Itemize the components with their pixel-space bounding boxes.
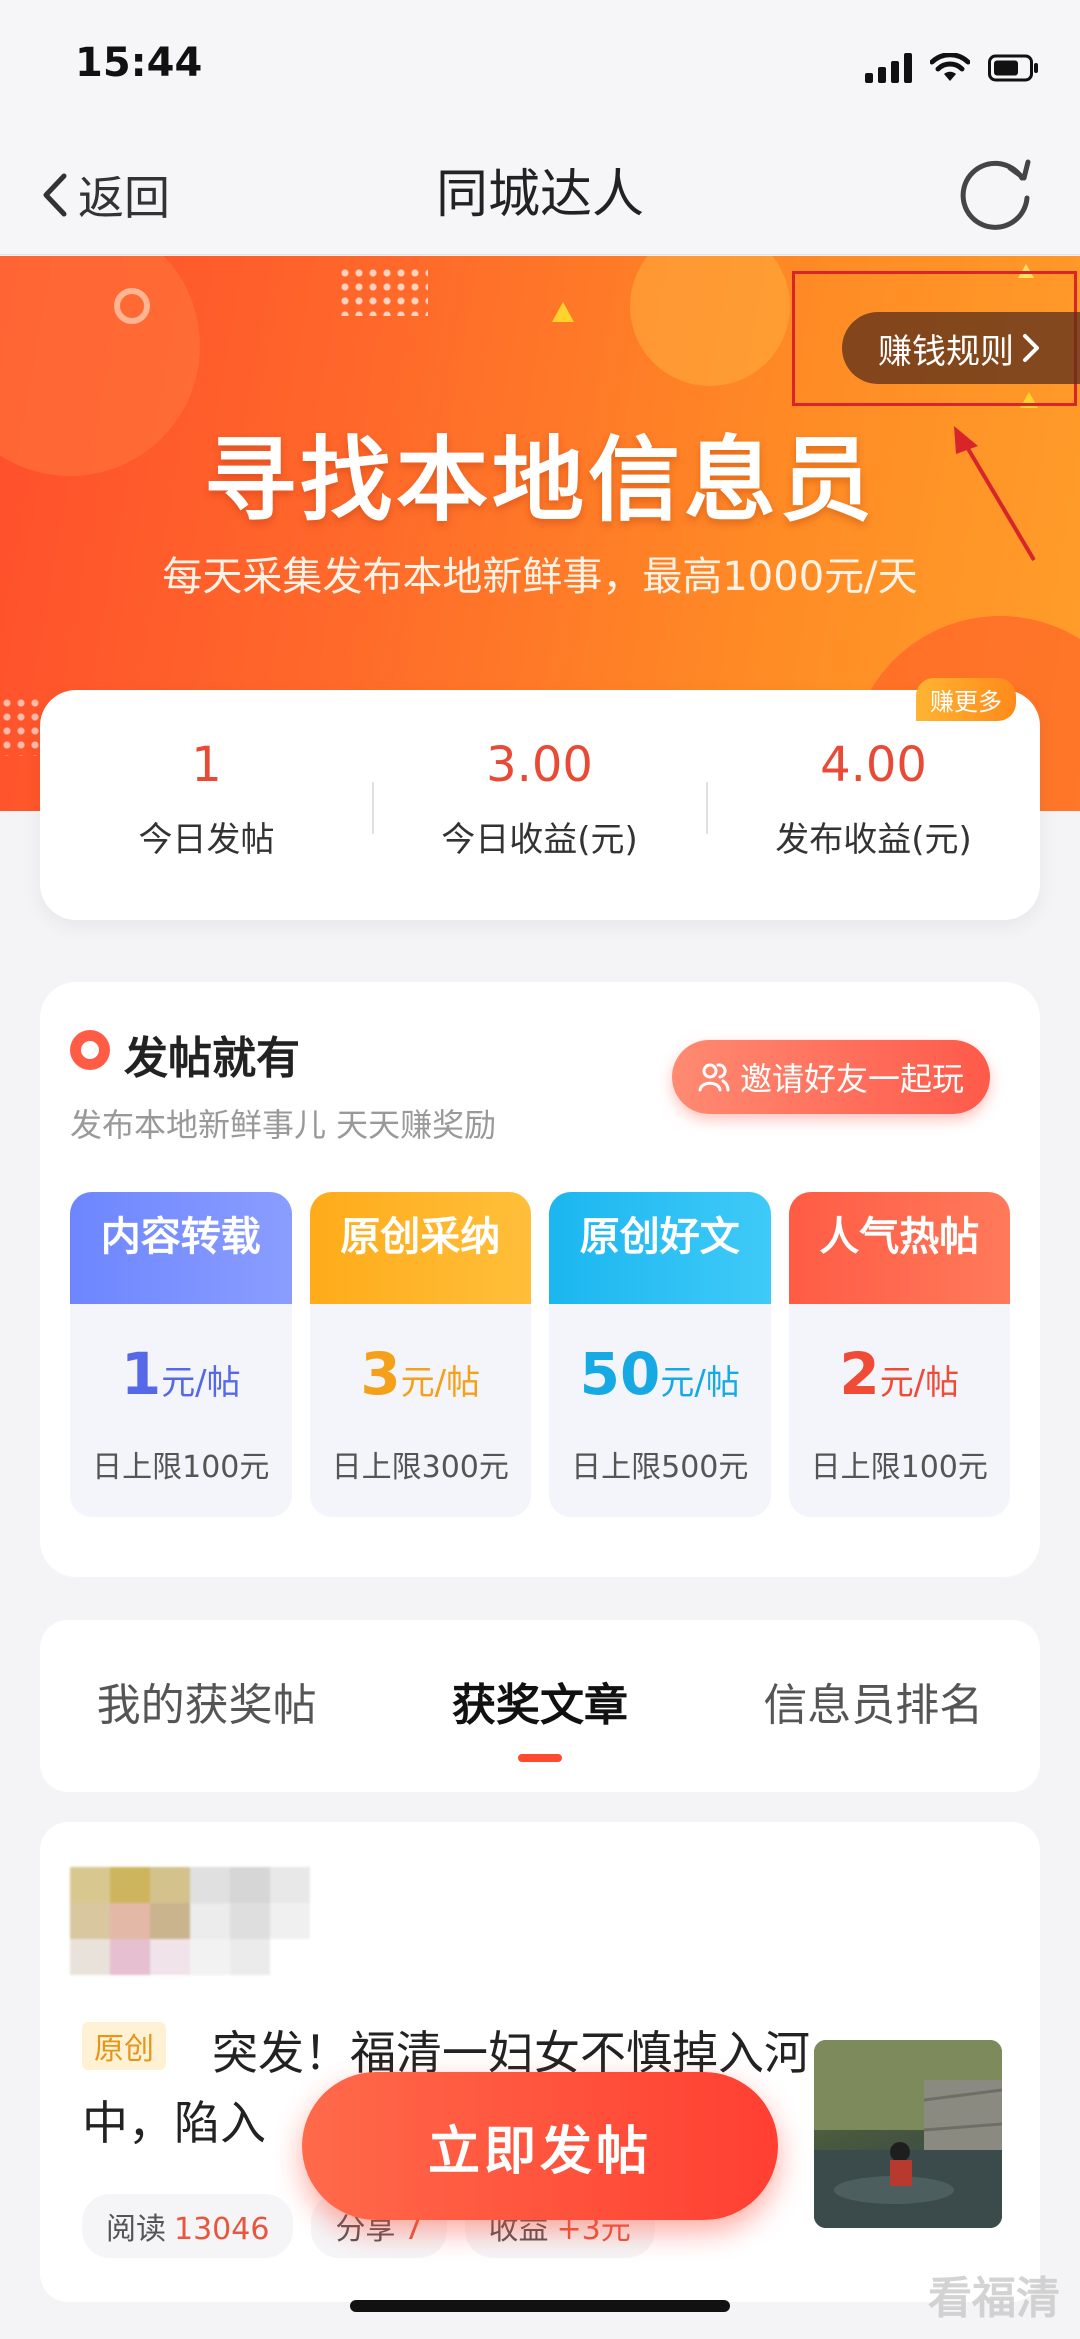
banner-title: 寻找本地信息员 — [203, 427, 876, 534]
post-now-button[interactable]: 立即发帖 — [302, 2072, 778, 2220]
tab-my-awarded-posts[interactable]: 我的获奖帖 — [40, 1620, 373, 1792]
tier-unit: 元/帖 — [161, 1363, 241, 1403]
tab-underline — [517, 1754, 562, 1762]
stat-today-earnings[interactable]: 3.00 今日收益(元) — [373, 730, 706, 861]
signal-icon — [865, 53, 912, 83]
tier-card[interactable]: 内容转载 1元/帖 日上限100元 — [70, 1192, 292, 1517]
banner-subtitle: 每天采集发布本地新鲜事，最高1000元/天 — [162, 554, 918, 600]
watermark: 看福清 — [928, 2273, 1060, 2324]
stat-value: 4.00 — [820, 737, 927, 793]
tab-bar: 我的获奖帖 获奖文章 信息员排名 — [40, 1620, 1040, 1792]
original-tag: 原创 — [82, 2022, 166, 2070]
stat-value: 3.00 — [486, 737, 593, 793]
tier-unit: 元/帖 — [660, 1363, 740, 1403]
triangle-icon — [552, 302, 574, 322]
rewards-title: 发帖就有 — [124, 1033, 300, 1084]
refresh-icon — [960, 159, 1031, 230]
users-icon — [698, 1063, 730, 1092]
article-thumbnail — [814, 2040, 1002, 2228]
tier-unit: 元/帖 — [400, 1363, 481, 1403]
status-time: 15:44 — [75, 40, 203, 86]
tier-card[interactable]: 原创采纳 3元/帖 日上限300元 — [309, 1192, 532, 1517]
tier-name: 原创采纳 — [309, 1192, 531, 1304]
article-card[interactable]: 突发！福清一妇女不慎掉入河中，陷入 原创 阅读 13046 分享 7 收益 +3元 — [40, 1822, 1040, 2302]
status-icons — [865, 48, 1040, 88]
reward-tiers: 内容转载 1元/帖 日上限100元 原创采纳 3元/帖 日上限300元 原创好文… — [70, 1192, 1010, 1517]
tier-amount: 1 — [120, 1340, 162, 1408]
tier-price: 50元/帖 — [549, 1339, 771, 1418]
tab-awarded-articles[interactable]: 获奖文章 — [373, 1620, 706, 1792]
home-indicator[interactable] — [350, 2300, 730, 2312]
status-bar: 15:44 — [0, 0, 1080, 140]
tier-limit: 日上限500元 — [571, 1450, 749, 1485]
tier-body: 2元/帖 日上限100元 — [788, 1307, 1011, 1517]
stat-post-earnings[interactable]: 4.00 发布收益(元) — [707, 730, 1040, 861]
rewards-subtitle: 发布本地新鲜事儿 天天赚奖励 — [70, 1106, 497, 1144]
dot-icon — [70, 1030, 110, 1070]
tier-name: 人气热帖 — [788, 1192, 1010, 1304]
tier-amount: 3 — [360, 1340, 401, 1408]
tier-card[interactable]: 原创好文 50元/帖 日上限500元 — [549, 1192, 771, 1517]
stat-value: 1 — [191, 737, 222, 793]
tier-body: 1元/帖 日上限100元 — [70, 1307, 292, 1517]
tier-unit: 元/帖 — [879, 1363, 960, 1403]
stat-today-posts[interactable]: 1 今日发帖 — [40, 730, 373, 861]
stat-label: 今日发帖 — [138, 820, 275, 860]
tier-name: 内容转载 — [70, 1192, 292, 1304]
tab-label: 获奖文章 — [451, 1680, 628, 1731]
stat-label: 今日收益(元) — [441, 820, 638, 860]
tier-limit: 日上限300元 — [331, 1450, 509, 1485]
earn-more-badge[interactable]: 赚更多 — [916, 678, 1016, 721]
refresh-button[interactable] — [950, 150, 1040, 240]
decor-circle — [630, 256, 790, 386]
tier-price: 2元/帖 — [789, 1339, 1011, 1418]
nav-bar: 返回 同城达人 — [0, 140, 1080, 255]
tier-name: 原创好文 — [549, 1192, 771, 1304]
decor-dots — [338, 266, 428, 316]
decor-dots — [0, 696, 42, 756]
tier-body: 50元/帖 日上限500元 — [549, 1307, 771, 1517]
invite-friends-button[interactable]: 邀请好友一起玩 — [672, 1040, 990, 1114]
thumbnail-image — [814, 2040, 1002, 2228]
tier-limit: 日上限100元 — [810, 1450, 988, 1485]
earning-rules-label: 赚钱规则 — [878, 331, 1014, 372]
avatar — [70, 1867, 310, 1977]
tab-reporter-ranking[interactable]: 信息员排名 — [707, 1620, 1040, 1792]
tier-price: 3元/帖 — [310, 1339, 532, 1418]
earning-rules-button[interactable]: 赚钱规则 — [842, 312, 1080, 384]
stats-card: 1 今日发帖 3.00 今日收益(元) 4.00 发布收益(元) 赚更多 — [40, 678, 1040, 920]
rewards-card: 发帖就有 发布本地新鲜事儿 天天赚奖励 邀请好友一起玩 内容转载 1元/帖 日上… — [40, 982, 1040, 1577]
invite-label: 邀请好友一起玩 — [739, 1060, 964, 1098]
chevron-right-icon — [1023, 334, 1039, 362]
tier-card[interactable]: 人气热帖 2元/帖 日上限100元 — [788, 1192, 1011, 1517]
tier-body: 3元/帖 日上限300元 — [309, 1307, 532, 1517]
metric-label: 阅读 — [106, 2212, 166, 2247]
tier-amount: 50 — [579, 1340, 661, 1408]
wifi-icon — [930, 53, 970, 83]
stat-label: 发布收益(元) — [775, 820, 972, 860]
metric-value: 13046 — [174, 2212, 270, 2247]
battery-icon — [988, 54, 1040, 82]
metric-reads: 阅读 13046 — [82, 2194, 294, 2258]
tier-price: 1元/帖 — [70, 1339, 292, 1418]
tab-label: 我的获奖帖 — [96, 1680, 317, 1731]
page-title: 同城达人 — [435, 165, 644, 225]
tier-limit: 日上限100元 — [92, 1450, 270, 1485]
decor-ring — [114, 288, 150, 324]
tier-amount: 2 — [839, 1340, 880, 1408]
tab-label: 信息员排名 — [763, 1680, 984, 1731]
